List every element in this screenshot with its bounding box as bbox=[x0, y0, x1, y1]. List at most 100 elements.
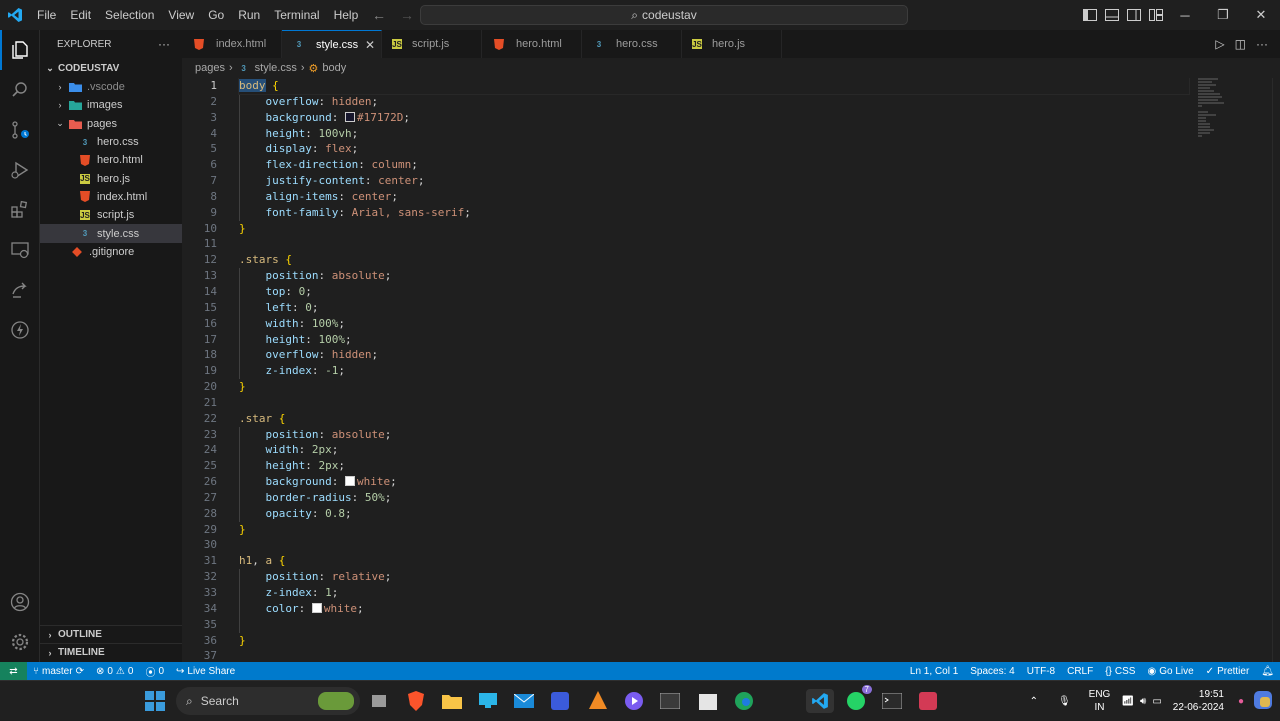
live-share-icon[interactable] bbox=[0, 270, 40, 310]
timeline-section[interactable]: › TIMELINE bbox=[40, 643, 182, 661]
language-indicator[interactable]: ENG IN bbox=[1081, 688, 1119, 714]
file-explorer-icon[interactable] bbox=[440, 689, 464, 713]
search-icon[interactable] bbox=[0, 70, 40, 110]
command-prompt-icon[interactable] bbox=[880, 689, 904, 713]
tree-folder-vscode[interactable]: › .vscode bbox=[40, 78, 182, 96]
source-control-icon[interactable] bbox=[0, 110, 40, 150]
restore-icon[interactable]: ❐ bbox=[1204, 0, 1242, 30]
menu-selection[interactable]: Selection bbox=[98, 0, 161, 30]
extensions-icon[interactable] bbox=[0, 190, 40, 230]
tab-style-css[interactable]: 3 style.css ✕ bbox=[282, 30, 382, 58]
command-center[interactable]: ⌕ codeustav bbox=[420, 5, 908, 25]
ports-status[interactable]: ⦿ 0 bbox=[139, 662, 170, 680]
back-arrow-icon[interactable]: ← bbox=[372, 7, 386, 23]
vscode-taskbar-icon[interactable] bbox=[806, 689, 834, 713]
outline-section[interactable]: › OUTLINE bbox=[40, 625, 182, 643]
mail-icon[interactable] bbox=[512, 689, 536, 713]
vlc-icon[interactable] bbox=[586, 689, 610, 713]
tab-hero-css[interactable]: 3 hero.css bbox=[582, 30, 682, 58]
tab-script-js[interactable]: JS script.js bbox=[382, 30, 482, 58]
edge-browser-icon[interactable] bbox=[732, 689, 756, 713]
go-live-button[interactable]: ◉ Go Live bbox=[1141, 662, 1199, 680]
tree-file-style-css[interactable]: 3 style.css bbox=[40, 224, 182, 243]
speaker-icon[interactable]: 🔊︎ bbox=[1137, 696, 1149, 707]
toggle-secondary-sidebar-icon[interactable] bbox=[1126, 7, 1142, 23]
tab-hero-html[interactable]: hero.html bbox=[482, 30, 582, 58]
live-share-status[interactable]: ↪ Live Share bbox=[170, 662, 241, 680]
clock[interactable]: 19:51 22-06-2024 bbox=[1165, 688, 1232, 714]
branch-status[interactable]: ⑂ master ⟳ bbox=[27, 662, 90, 680]
task-view-icon[interactable] bbox=[368, 689, 392, 713]
indentation[interactable]: Spaces: 4 bbox=[964, 662, 1020, 680]
tree-folder-pages[interactable]: ⌄ pages bbox=[40, 115, 182, 133]
minimize-icon[interactable]: ─ bbox=[1166, 0, 1204, 30]
windows-start-icon[interactable] bbox=[143, 689, 167, 713]
terminal-window-icon[interactable] bbox=[658, 689, 682, 713]
remote-indicator-icon[interactable]: ⇄ bbox=[0, 662, 27, 680]
copilot-icon[interactable] bbox=[1250, 690, 1280, 712]
run-debug-icon[interactable] bbox=[0, 150, 40, 190]
brave-browser-icon[interactable] bbox=[404, 689, 428, 713]
chevron-up-icon[interactable]: ⌃ bbox=[1020, 696, 1048, 707]
language-mode[interactable]: {} CSS bbox=[1099, 662, 1141, 680]
cursor-position[interactable]: Ln 1, Col 1 bbox=[904, 662, 964, 680]
snipping-tool-icon[interactable] bbox=[916, 689, 940, 713]
workspace-folder[interactable]: ⌄ CODEUSTAV bbox=[40, 58, 182, 78]
color-swatch[interactable] bbox=[311, 602, 322, 613]
notification-bell-icon[interactable]: ● bbox=[1232, 696, 1250, 707]
color-swatch[interactable] bbox=[344, 111, 355, 122]
microphone-icon[interactable]: 🎙︎ bbox=[1048, 696, 1081, 707]
forward-arrow-icon[interactable]: → bbox=[400, 7, 414, 23]
menu-help[interactable]: Help bbox=[327, 0, 366, 30]
menu-edit[interactable]: Edit bbox=[63, 0, 98, 30]
toggle-panel-icon[interactable] bbox=[1104, 7, 1120, 23]
store-icon[interactable] bbox=[696, 689, 720, 713]
tree-file-hero-html[interactable]: hero.html bbox=[40, 151, 182, 169]
menu-file[interactable]: File bbox=[30, 0, 63, 30]
menu-run[interactable]: Run bbox=[231, 0, 267, 30]
vertical-scrollbar[interactable] bbox=[1272, 78, 1280, 662]
battery-icon[interactable]: ▭ bbox=[1149, 696, 1164, 707]
tree-file-hero-css[interactable]: 3 hero.css bbox=[40, 133, 182, 151]
toggle-sidebar-icon[interactable] bbox=[1082, 7, 1098, 23]
tab-hero-js[interactable]: JS hero.js bbox=[682, 30, 782, 58]
color-swatch[interactable] bbox=[344, 476, 355, 487]
encoding[interactable]: UTF-8 bbox=[1021, 662, 1061, 680]
tab-index-html[interactable]: index.html bbox=[182, 30, 282, 58]
prettier-status[interactable]: ✓ Prettier bbox=[1200, 662, 1256, 680]
menu-view[interactable]: View bbox=[161, 0, 201, 30]
menu-terminal[interactable]: Terminal bbox=[267, 0, 326, 30]
tree-folder-images[interactable]: › images bbox=[40, 96, 182, 114]
thunder-client-icon[interactable] bbox=[0, 310, 40, 350]
explorer-icon[interactable] bbox=[0, 30, 40, 70]
split-editor-icon[interactable]: ◫ bbox=[1235, 37, 1246, 51]
end-of-line[interactable]: CRLF bbox=[1061, 662, 1099, 680]
breadcrumb-folder[interactable]: pages bbox=[195, 62, 225, 74]
breadcrumb-symbol[interactable]: body bbox=[322, 62, 346, 74]
close-tab-icon[interactable]: ✕ bbox=[365, 38, 375, 52]
tree-file-index-html[interactable]: index.html bbox=[40, 188, 182, 206]
code-editor[interactable]: 1 2 3 4 5 6 7 8 9 10 11 12 13 14 15 16 17 18 19 20 21 22 23 24 2… bbox=[182, 78, 1280, 662]
settings-gear-icon[interactable] bbox=[0, 622, 40, 662]
desktop-app-icon[interactable] bbox=[476, 689, 500, 713]
tree-file-hero-js[interactable]: JS hero.js bbox=[40, 169, 182, 187]
taskbar-search[interactable]: ⌕ Search bbox=[176, 687, 360, 715]
customize-layout-icon[interactable] bbox=[1148, 7, 1164, 23]
wifi-icon[interactable]: 📶︎ bbox=[1118, 696, 1137, 707]
whatsapp-icon[interactable]: 7 bbox=[844, 685, 872, 713]
notifications-bell-icon[interactable]: 🔔︎ bbox=[1255, 662, 1280, 680]
editor-app-icon[interactable] bbox=[548, 689, 572, 713]
account-icon[interactable] bbox=[0, 582, 40, 622]
problems-status[interactable]: ⊗ 0 ⚠ 0 bbox=[90, 662, 139, 680]
breadcrumb-file[interactable]: style.css bbox=[255, 62, 297, 74]
run-icon[interactable]: ▷ bbox=[1215, 37, 1224, 51]
minimap[interactable] bbox=[1198, 78, 1272, 178]
more-actions-icon[interactable]: ··· bbox=[158, 37, 170, 51]
tree-file-script-js[interactable]: JS script.js bbox=[40, 206, 182, 224]
more-actions-icon[interactable]: ··· bbox=[1256, 37, 1268, 51]
menu-go[interactable]: Go bbox=[201, 0, 231, 30]
media-player-icon[interactable] bbox=[622, 689, 646, 713]
close-icon[interactable]: ✕ bbox=[1242, 0, 1280, 30]
tree-file-gitignore[interactable]: .gitignore bbox=[40, 243, 182, 261]
remote-explorer-icon[interactable] bbox=[0, 230, 40, 270]
